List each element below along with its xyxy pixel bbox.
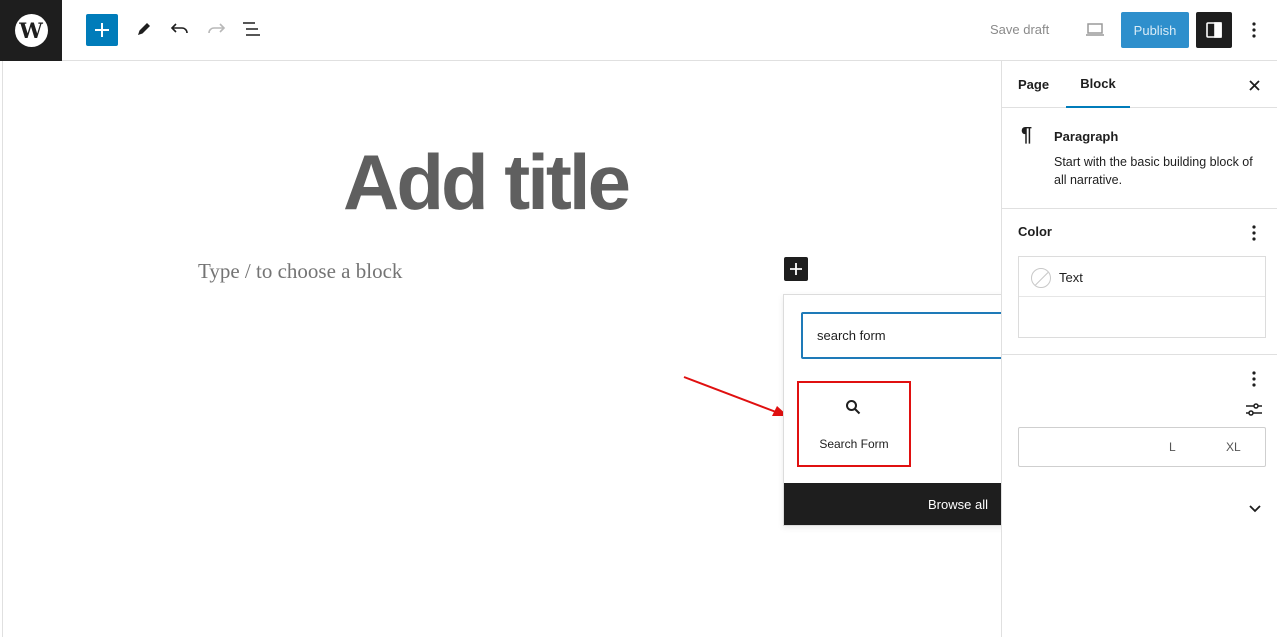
sidebar-toggle-icon bbox=[1206, 22, 1222, 38]
panel-divider bbox=[1002, 354, 1277, 355]
paragraph-placeholder[interactable]: Type / to choose a block bbox=[198, 259, 402, 284]
save-draft-button[interactable]: Save draft bbox=[990, 22, 1049, 37]
desktop-preview-icon bbox=[1086, 23, 1104, 36]
more-vertical-icon bbox=[1252, 22, 1256, 38]
document-overview-button[interactable] bbox=[236, 13, 268, 45]
inline-inserter-button[interactable] bbox=[784, 257, 808, 281]
tab-block[interactable]: Block bbox=[1066, 61, 1130, 108]
post-title[interactable]: Add title bbox=[343, 137, 631, 228]
redo-button[interactable] bbox=[200, 13, 232, 45]
close-icon bbox=[1248, 79, 1260, 91]
block-option-label: Search Form bbox=[819, 437, 889, 451]
paragraph-icon: ¶ bbox=[1021, 124, 1033, 146]
tools-button[interactable] bbox=[128, 13, 160, 45]
color-settings-list: Text bbox=[1018, 256, 1266, 338]
font-size-picker: L XL bbox=[1018, 427, 1266, 467]
tab-page[interactable]: Page bbox=[1018, 61, 1049, 108]
custom-size-toggle-icon[interactable] bbox=[1245, 401, 1263, 419]
block-name: Paragraph bbox=[1054, 129, 1119, 144]
color-options-button[interactable] bbox=[1246, 223, 1262, 243]
wordpress-logo-icon: W bbox=[14, 14, 48, 47]
text-color-item[interactable]: Text bbox=[1019, 257, 1265, 297]
typography-options-button[interactable] bbox=[1246, 369, 1262, 389]
editor-header: W Save draft Publish bbox=[0, 0, 1277, 61]
font-size-l-option[interactable]: L bbox=[1169, 440, 1176, 454]
sidebar-tabs: Page Block bbox=[1002, 61, 1277, 108]
options-button[interactable] bbox=[1240, 14, 1268, 46]
settings-toggle-button[interactable] bbox=[1196, 12, 1232, 48]
more-vertical-icon bbox=[1252, 371, 1256, 387]
redo-icon bbox=[208, 23, 226, 34]
search-form-block-option[interactable]: Search Form bbox=[797, 381, 911, 467]
list-view-icon bbox=[243, 22, 260, 36]
search-icon bbox=[846, 400, 861, 415]
undo-icon bbox=[170, 23, 188, 34]
more-vertical-icon bbox=[1252, 225, 1256, 241]
block-card: ¶ Paragraph Start with the basic buildin… bbox=[1002, 109, 1277, 209]
block-inserter-toggle-button[interactable] bbox=[86, 14, 118, 46]
wordpress-logo-button[interactable]: W bbox=[0, 0, 62, 61]
preview-button[interactable] bbox=[1080, 15, 1110, 45]
annotation-arrow bbox=[683, 376, 788, 416]
publish-button[interactable]: Publish bbox=[1121, 12, 1189, 48]
font-size-xl-option[interactable]: XL bbox=[1226, 440, 1241, 454]
settings-sidebar: Page Block ¶ Paragraph Start with the ba… bbox=[1001, 61, 1277, 637]
color-swatch bbox=[1031, 268, 1051, 288]
close-settings-button[interactable] bbox=[1244, 75, 1264, 95]
chevron-down-icon[interactable] bbox=[1246, 501, 1264, 517]
plus-icon bbox=[790, 263, 802, 275]
pencil-icon bbox=[138, 23, 150, 35]
color-item-label: Text bbox=[1059, 270, 1083, 285]
plus-icon bbox=[95, 23, 109, 37]
block-description: Start with the basic building block of a… bbox=[1054, 155, 1253, 187]
undo-button[interactable] bbox=[164, 13, 196, 45]
color-panel-title: Color bbox=[1018, 224, 1052, 239]
